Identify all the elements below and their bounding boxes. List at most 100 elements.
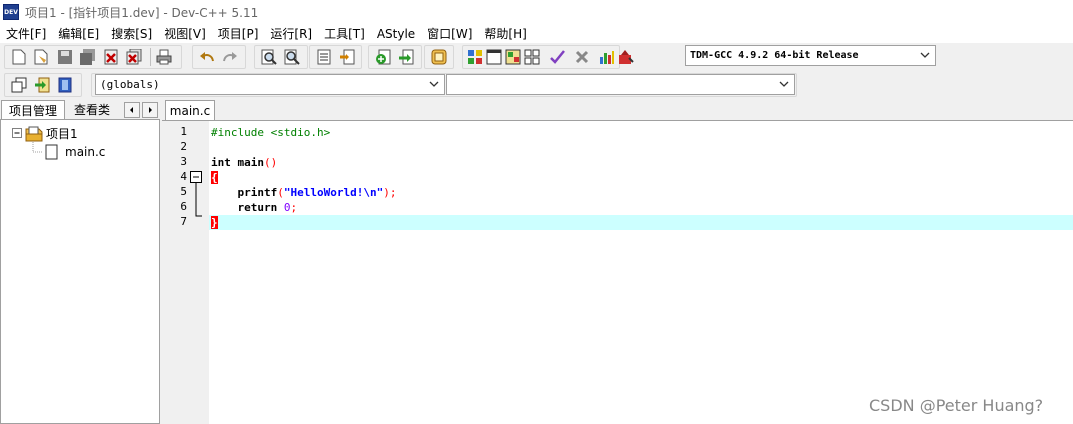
add-file-icon <box>376 49 391 65</box>
code-line[interactable]: #include <stdio.h> <box>209 125 1073 140</box>
file-icon <box>45 144 58 160</box>
debug-icon <box>619 50 634 64</box>
new-file-button[interactable] <box>9 47 29 67</box>
find-button[interactable] <box>259 47 279 67</box>
compiler-select[interactable]: TDM-GCC 4.9.2 64-bit Release <box>685 45 936 66</box>
code-line[interactable]: return 0; <box>209 200 1073 215</box>
undo-icon <box>200 52 214 62</box>
line-number: 1 <box>180 125 187 138</box>
undo-button[interactable] <box>197 47 217 67</box>
chevron-down-icon <box>920 52 930 58</box>
code-token: printf <box>211 186 278 199</box>
editor-area: main.c 1 2 3 4 5 6 7 #include <stdio.h> i… <box>162 99 1073 424</box>
title-bar: DEV 项目1 - [指针项目1.dev] - Dev-C++ 5.11 <box>0 0 1073 24</box>
class-toolbar-group <box>4 73 82 97</box>
debug-button[interactable] <box>618 47 634 67</box>
tree-project-node[interactable]: 项目1 <box>25 125 78 142</box>
scope-select[interactable]: (globals) <box>95 74 445 95</box>
save-button[interactable] <box>55 47 75 67</box>
save-icon <box>58 50 72 64</box>
redo-button[interactable] <box>220 47 240 67</box>
menu-search[interactable]: 搜索[S] <box>105 25 158 42</box>
code-line[interactable] <box>209 140 1073 155</box>
tab-class-browser[interactable]: 查看类 <box>67 100 117 119</box>
save-all-button[interactable] <box>78 47 98 67</box>
compile-run-icon <box>505 49 521 65</box>
stop-execution-button[interactable] <box>574 47 590 67</box>
tab-project-manager[interactable]: 项目管理 <box>1 100 65 119</box>
code-line[interactable]: } <box>209 215 1073 230</box>
toggle-panel-button[interactable] <box>55 75 75 95</box>
replace-button[interactable] <box>282 47 302 67</box>
menu-project[interactable]: 项目[P] <box>212 25 265 42</box>
code-text[interactable]: #include <stdio.h> int main(){ printf("He… <box>209 121 1073 424</box>
tab-scroll-right-button[interactable] <box>142 102 158 118</box>
function-select[interactable] <box>446 74 795 95</box>
main-toolbar: TDM-GCC 4.9.2 64-bit Release <box>0 43 1073 71</box>
profile-icon <box>600 51 614 64</box>
secondary-toolbar: (globals) <box>0 71 1073 99</box>
goto-line-button[interactable] <box>314 47 334 67</box>
project-icon <box>25 126 43 141</box>
code-line[interactable]: { <box>209 170 1073 185</box>
code-token: } <box>211 216 218 229</box>
arrow-right-icon <box>149 107 152 113</box>
goto-icon <box>317 49 331 65</box>
compile-run-button[interactable] <box>505 47 521 67</box>
panel-icon <box>58 77 72 93</box>
code-token: 0 <box>283 201 291 214</box>
rebuild-icon <box>524 49 540 65</box>
menu-astyle[interactable]: AStyle <box>371 27 421 41</box>
close-all-button[interactable] <box>124 47 144 67</box>
code-token: { <box>211 171 218 184</box>
open-file-button[interactable] <box>32 47 52 67</box>
code-token: #include <stdio.h> <box>211 126 331 139</box>
menu-edit[interactable]: 编辑[E] <box>52 25 105 42</box>
fold-marker[interactable] <box>189 170 205 230</box>
close-all-icon <box>126 49 142 65</box>
code-editor[interactable]: 1 2 3 4 5 6 7 #include <stdio.h> int main… <box>162 120 1073 424</box>
project-panel: 项目管理 查看类 项目1 main.c <box>0 99 160 424</box>
print-button[interactable] <box>154 47 174 67</box>
file-toolbar-group <box>4 45 182 69</box>
menu-window[interactable]: 窗口[W] <box>421 25 478 42</box>
code-token: main <box>237 156 265 169</box>
add-to-project-button[interactable] <box>373 47 393 67</box>
remove-file-icon <box>399 49 414 65</box>
line-number: 6 <box>180 200 187 213</box>
tree-project-label: 项目1 <box>46 127 78 141</box>
bookmark-button[interactable] <box>337 47 357 67</box>
compile-button[interactable] <box>467 47 483 67</box>
arrow-left-icon <box>130 107 133 113</box>
run-button[interactable] <box>486 47 502 67</box>
edit-toolbar-group <box>192 45 246 69</box>
menu-file[interactable]: 文件[F] <box>0 25 52 42</box>
menu-run[interactable]: 运行[R] <box>264 25 318 42</box>
watermark: CSDN @Peter Huang? <box>869 396 1044 415</box>
syntax-check-icon <box>550 50 565 64</box>
menu-help[interactable]: 帮助[H] <box>478 25 532 42</box>
insert-button[interactable] <box>9 75 29 95</box>
tab-main-c[interactable]: main.c <box>165 100 215 121</box>
rebuild-all-button[interactable] <box>524 47 540 67</box>
goto-declaration-button[interactable] <box>32 75 52 95</box>
close-file-button[interactable] <box>101 47 121 67</box>
syntax-check-button[interactable] <box>549 47 565 67</box>
profile-button[interactable] <box>599 47 615 67</box>
tree-file-node[interactable]: main.c <box>45 144 105 160</box>
project-options-button[interactable] <box>429 47 449 67</box>
line-number: 7 <box>180 215 187 228</box>
menu-tools[interactable]: 工具[T] <box>318 25 371 42</box>
line-gutter: 1 2 3 4 5 6 7 <box>162 121 209 424</box>
scope-select-value: (globals) <box>100 78 160 91</box>
replace-icon <box>284 49 300 65</box>
goto-declaration-icon <box>35 77 50 93</box>
menu-view[interactable]: 视图[V] <box>158 25 212 42</box>
window-title: 项目1 - [指针项目1.dev] - Dev-C++ 5.11 <box>25 5 259 20</box>
code-line[interactable]: int main() <box>209 155 1073 170</box>
tab-scroll-left-button[interactable] <box>124 102 140 118</box>
code-line[interactable]: printf("HelloWorld!\n"); <box>209 185 1073 200</box>
chevron-down-icon <box>429 81 439 87</box>
remove-from-project-button[interactable] <box>396 47 416 67</box>
code-token: ); <box>383 186 397 199</box>
